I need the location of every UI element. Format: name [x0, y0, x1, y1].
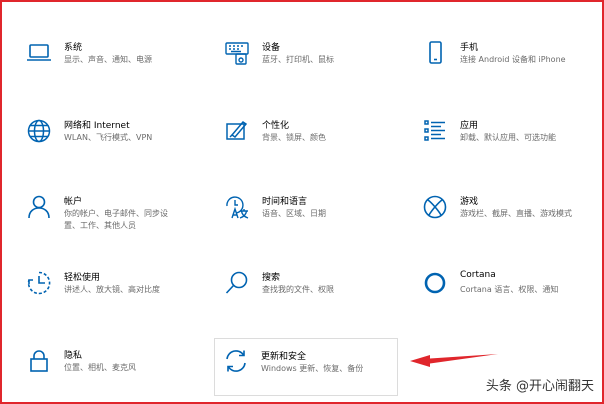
watermark-text: 头条 @开心闹翻天: [485, 379, 594, 394]
tile-title: Cortana: [460, 270, 496, 280]
settings-tile-privacy[interactable]: 隐私 位置、相机、麦克风: [20, 348, 200, 404]
globe-icon: [26, 118, 52, 144]
tile-title: 设备: [262, 43, 281, 53]
settings-tile-apps[interactable]: 应用 卸载、默认应用、可选功能: [416, 118, 596, 176]
tile-description: Windows 更新、恢复、备份: [261, 364, 364, 373]
lock-icon: [26, 348, 52, 374]
settings-tile-search[interactable]: 搜索 查找我的文件、权限: [218, 270, 398, 328]
tile-description: 查找我的文件、权限: [262, 285, 334, 294]
settings-tile-devices[interactable]: 设备 蓝牙、打印机、鼠标: [218, 40, 398, 98]
tile-title: 帐户: [64, 197, 83, 207]
settings-tile-update-security[interactable]: 更新和安全 Windows 更新、恢复、备份: [214, 338, 398, 396]
settings-tile-phone[interactable]: 手机 连接 Android 设备和 iPhone: [416, 40, 596, 98]
cortana-icon: [422, 270, 448, 296]
tile-title: 更新和安全: [261, 352, 307, 362]
settings-tile-personalization[interactable]: 个性化 背景、锁屏、颜色: [218, 118, 398, 176]
settings-tile-gaming[interactable]: 游戏 游戏栏、截屏、直播、游戏模式: [416, 194, 596, 252]
ease-of-access-icon: [26, 270, 52, 296]
search-icon: [224, 270, 250, 296]
tile-description: 显示、声音、通知、电源: [64, 55, 152, 64]
keyboard-speaker-icon: [224, 40, 250, 66]
phone-icon: [422, 40, 448, 66]
tile-title: 系统: [64, 43, 83, 53]
xbox-icon: [422, 194, 448, 220]
tile-description: 语音、区域、日期: [262, 209, 326, 218]
laptop-icon: [26, 40, 52, 66]
tile-description: 游戏栏、截屏、直播、游戏模式: [460, 209, 572, 218]
annotation-arrow: [410, 354, 498, 367]
tile-title: 时间和语言: [262, 197, 308, 207]
tile-description: Cortana 语言、权限、通知: [460, 285, 559, 294]
tile-title: 应用: [460, 121, 479, 131]
time-language-icon: [224, 194, 250, 220]
tile-description-line: 你的帐户、电子邮件、同步设: [64, 209, 168, 218]
tile-description: 位置、相机、麦克风: [64, 363, 136, 372]
tile-description: 讲述人、放大镜、高对比度: [64, 285, 160, 294]
brush-icon: [224, 118, 250, 144]
tile-description: 背景、锁屏、颜色: [262, 133, 326, 142]
tile-title: 网络和 Internet: [64, 121, 130, 131]
tile-description: 蓝牙、打印机、鼠标: [262, 55, 334, 64]
tile-description: 连接 Android 设备和 iPhone: [460, 55, 566, 64]
settings-tile-ease-of-access[interactable]: 轻松使用 讲述人、放大镜、高对比度: [20, 270, 200, 328]
apps-list-icon: [422, 118, 448, 144]
tile-description: 你的帐户、电子邮件、同步设 置、工作、其他人员: [64, 208, 168, 232]
person-icon: [26, 194, 52, 220]
settings-tile-time-language[interactable]: 时间和语言 语音、区域、日期: [218, 194, 398, 252]
tile-title: 个性化: [262, 121, 290, 131]
tile-description-line: 置、工作、其他人员: [64, 221, 136, 230]
tile-description: 卸载、默认应用、可选功能: [460, 133, 556, 142]
tile-title: 手机: [460, 43, 479, 53]
settings-tile-system[interactable]: 系统 显示、声音、通知、电源: [20, 40, 200, 98]
sync-icon: [223, 348, 249, 374]
tile-title: 搜索: [262, 273, 281, 283]
tile-title: 游戏: [460, 197, 479, 207]
tile-title: 隐私: [64, 351, 83, 361]
settings-tile-accounts[interactable]: 帐户 你的帐户、电子邮件、同步设 置、工作、其他人员: [20, 194, 200, 252]
tile-description: WLAN、飞行模式、VPN: [64, 133, 153, 142]
settings-tile-cortana[interactable]: Cortana Cortana 语言、权限、通知: [416, 270, 596, 328]
tile-title: 轻松使用: [64, 273, 101, 283]
settings-tile-network[interactable]: 网络和 Internet WLAN、飞行模式、VPN: [20, 118, 200, 176]
